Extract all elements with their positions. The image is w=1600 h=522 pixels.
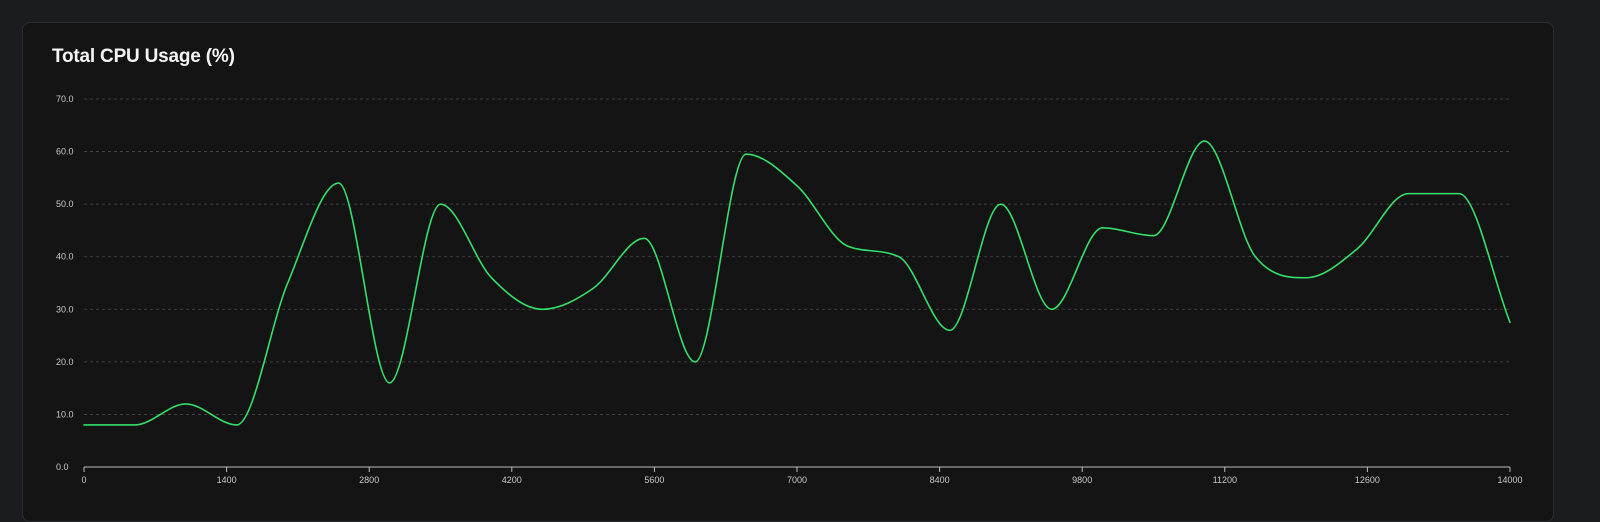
y-tick-label: 70.0 xyxy=(56,94,74,104)
data-point xyxy=(745,153,747,155)
series-line-cpu-usage xyxy=(83,140,1511,426)
data-point xyxy=(1101,227,1103,229)
data-point xyxy=(1407,192,1409,194)
data-point xyxy=(1305,277,1307,279)
x-tick-label: 12600 xyxy=(1355,475,1380,485)
data-point xyxy=(796,185,798,187)
x-tick-label: 14000 xyxy=(1497,475,1522,485)
data-point xyxy=(1509,321,1511,323)
data-point xyxy=(1254,256,1256,258)
data-point xyxy=(1000,203,1002,205)
data-point xyxy=(1203,140,1205,142)
data-point xyxy=(592,287,594,289)
x-tick-label: 4200 xyxy=(502,475,522,485)
y-tick-label: 30.0 xyxy=(56,304,74,314)
x-tick-label: 5600 xyxy=(644,475,664,485)
data-point xyxy=(643,237,645,239)
data-point xyxy=(185,403,187,405)
data-point xyxy=(236,424,238,426)
y-tick-label: 40.0 xyxy=(56,252,74,262)
x-axis-ticks: 0 1400 2800 4200 5600 7000 8400 9800 11200 12600 1… xyxy=(81,467,1523,485)
y-tick-label: 20.0 xyxy=(56,357,74,367)
data-point xyxy=(1152,234,1154,236)
x-tick-label: 1400 xyxy=(217,475,237,485)
y-tick-label: 10.0 xyxy=(56,409,74,419)
data-point xyxy=(337,182,339,184)
data-point xyxy=(439,203,441,205)
data-point xyxy=(1458,192,1460,194)
y-tick-label: 0.0 xyxy=(56,462,69,472)
x-tick-label: 9800 xyxy=(1072,475,1092,485)
data-point xyxy=(83,424,85,426)
y-tick-label: 50.0 xyxy=(56,199,74,209)
cpu-usage-card: Total CPU Usage (%) 0.0 10.0 20.0 30.0 40.0 5… xyxy=(22,22,1554,522)
x-tick-label: 0 xyxy=(81,475,86,485)
series-layer xyxy=(83,140,1511,426)
y-tick-label: 60.0 xyxy=(56,147,74,157)
data-point xyxy=(898,256,900,258)
data-point xyxy=(134,424,136,426)
data-point xyxy=(490,277,492,279)
data-point xyxy=(1356,248,1358,250)
cpu-usage-chart: 0.0 10.0 20.0 30.0 40.0 50.0 60.0 70.0 0 1400 280… xyxy=(56,94,1523,485)
x-tick-label: 2800 xyxy=(359,475,379,485)
data-point xyxy=(949,329,951,331)
data-point xyxy=(694,361,696,363)
data-point xyxy=(847,245,849,247)
data-point xyxy=(541,308,543,310)
x-tick-label: 8400 xyxy=(930,475,950,485)
x-tick-label: 7000 xyxy=(787,475,807,485)
data-point xyxy=(388,382,390,384)
data-point xyxy=(287,282,289,284)
data-point xyxy=(1050,308,1052,310)
y-axis-ticks: 0.0 10.0 20.0 30.0 40.0 50.0 60.0 70.0 xyxy=(56,94,74,472)
x-tick-label: 11200 xyxy=(1213,475,1237,485)
